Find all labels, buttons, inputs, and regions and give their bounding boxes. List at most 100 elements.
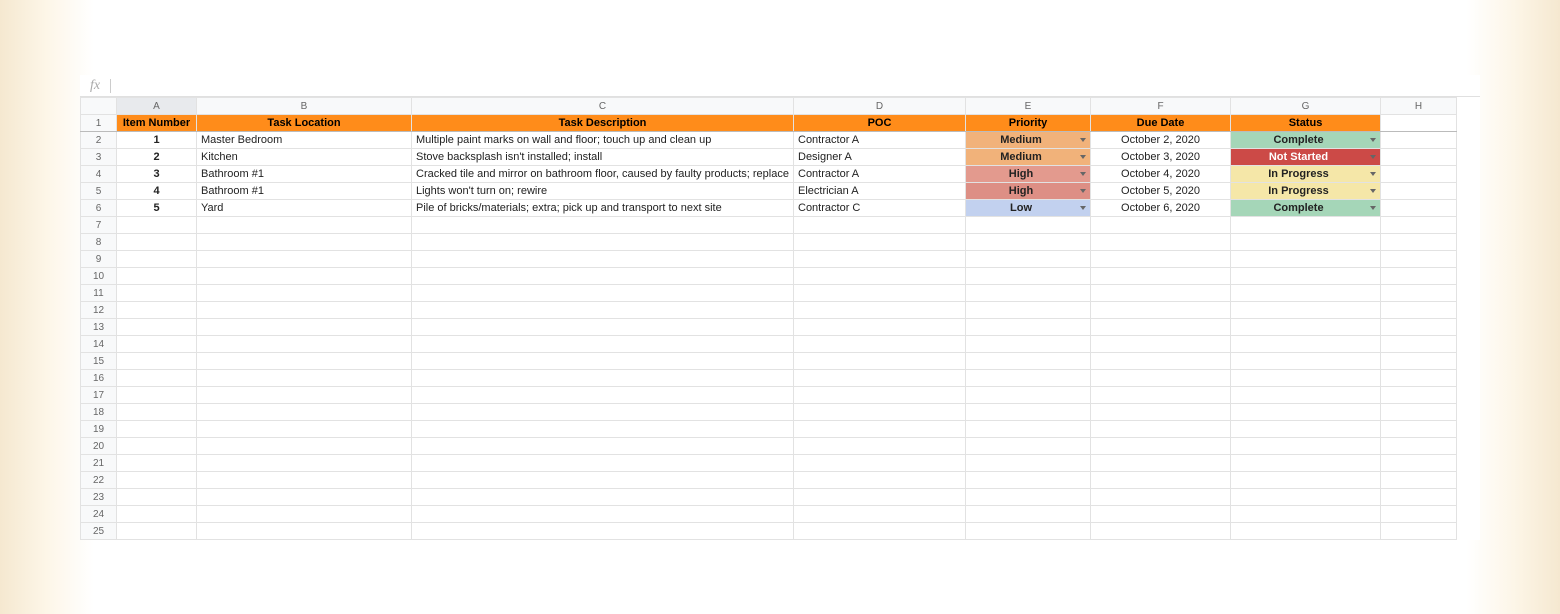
cell[interactable] (1091, 285, 1231, 302)
cell[interactable] (794, 302, 966, 319)
cell[interactable] (1381, 115, 1457, 132)
row-header[interactable]: 4 (81, 166, 117, 183)
cell[interactable] (1091, 523, 1231, 540)
cell[interactable] (117, 234, 197, 251)
col-header-C[interactable]: C (412, 98, 794, 115)
row-header[interactable]: 18 (81, 404, 117, 421)
row-header[interactable]: 25 (81, 523, 117, 540)
cell-task-description[interactable]: Cracked tile and mirror on bathroom floo… (412, 166, 794, 183)
cell[interactable] (117, 489, 197, 506)
cell[interactable] (966, 472, 1091, 489)
row-header[interactable]: 15 (81, 353, 117, 370)
row-header[interactable]: 24 (81, 506, 117, 523)
cell-priority-dropdown[interactable]: High (966, 183, 1091, 200)
cell[interactable] (1091, 234, 1231, 251)
col-header-A[interactable]: A (117, 98, 197, 115)
cell[interactable] (794, 319, 966, 336)
cell[interactable] (794, 472, 966, 489)
cell[interactable] (1231, 387, 1381, 404)
cell-task-location[interactable]: Kitchen (197, 149, 412, 166)
cell[interactable] (794, 234, 966, 251)
cell-task-description[interactable]: Multiple paint marks on wall and floor; … (412, 132, 794, 149)
cell[interactable] (412, 370, 794, 387)
cell[interactable] (412, 438, 794, 455)
row-header[interactable]: 1 (81, 115, 117, 132)
cell[interactable] (412, 268, 794, 285)
cell[interactable] (1381, 472, 1457, 489)
cell[interactable] (197, 387, 412, 404)
cell[interactable] (1381, 489, 1457, 506)
cell[interactable] (1231, 336, 1381, 353)
cell-due-date[interactable]: October 2, 2020 (1091, 132, 1231, 149)
cell[interactable] (117, 251, 197, 268)
cell[interactable] (1381, 438, 1457, 455)
cell[interactable] (117, 370, 197, 387)
cell[interactable] (1381, 523, 1457, 540)
cell[interactable] (412, 302, 794, 319)
cell[interactable] (1381, 200, 1457, 217)
cell[interactable] (197, 438, 412, 455)
cell[interactable] (412, 404, 794, 421)
cell-task-description[interactable]: Lights won't turn on; rewire (412, 183, 794, 200)
cell[interactable] (412, 336, 794, 353)
cell[interactable] (1091, 251, 1231, 268)
cell-task-description[interactable]: Stove backsplash isn't installed; instal… (412, 149, 794, 166)
cell-priority-dropdown[interactable]: Low (966, 200, 1091, 217)
cell[interactable] (1231, 404, 1381, 421)
cell[interactable] (966, 336, 1091, 353)
cell-task-location[interactable]: Yard (197, 200, 412, 217)
cell-item-number[interactable]: 3 (117, 166, 197, 183)
cell[interactable] (1231, 506, 1381, 523)
cell[interactable] (117, 302, 197, 319)
cell[interactable] (412, 217, 794, 234)
row-header[interactable]: 22 (81, 472, 117, 489)
row-header[interactable]: 7 (81, 217, 117, 234)
cell[interactable] (966, 285, 1091, 302)
cell[interactable] (794, 523, 966, 540)
cell[interactable] (794, 353, 966, 370)
cell[interactable] (794, 438, 966, 455)
cell[interactable] (197, 421, 412, 438)
cell[interactable] (1091, 268, 1231, 285)
cell[interactable] (1231, 217, 1381, 234)
cell-priority-dropdown[interactable]: High (966, 166, 1091, 183)
cell[interactable] (1091, 506, 1231, 523)
cell-item-number[interactable]: 2 (117, 149, 197, 166)
cell[interactable] (1381, 183, 1457, 200)
cell[interactable] (117, 404, 197, 421)
cell[interactable] (1231, 234, 1381, 251)
cell[interactable] (1231, 370, 1381, 387)
cell[interactable] (1091, 217, 1231, 234)
cell[interactable] (1231, 319, 1381, 336)
cell[interactable] (197, 285, 412, 302)
cell[interactable] (412, 387, 794, 404)
row-header[interactable]: 20 (81, 438, 117, 455)
cell[interactable] (1231, 438, 1381, 455)
cell-due-date[interactable]: October 5, 2020 (1091, 183, 1231, 200)
header-poc[interactable]: POC (794, 115, 966, 132)
cell[interactable] (1381, 302, 1457, 319)
cell[interactable] (1381, 336, 1457, 353)
cell-status-dropdown[interactable]: In Progress (1231, 183, 1381, 200)
cell[interactable] (1091, 302, 1231, 319)
cell[interactable] (1231, 523, 1381, 540)
cell[interactable] (1381, 387, 1457, 404)
cell-poc[interactable]: Contractor A (794, 132, 966, 149)
header-due-date[interactable]: Due Date (1091, 115, 1231, 132)
cell[interactable] (966, 489, 1091, 506)
col-header-B[interactable]: B (197, 98, 412, 115)
cell-due-date[interactable]: October 4, 2020 (1091, 166, 1231, 183)
col-header-F[interactable]: F (1091, 98, 1231, 115)
row-header[interactable]: 16 (81, 370, 117, 387)
cell-item-number[interactable]: 5 (117, 200, 197, 217)
cell[interactable] (794, 217, 966, 234)
cell[interactable] (794, 455, 966, 472)
cell[interactable] (117, 421, 197, 438)
row-header[interactable]: 17 (81, 387, 117, 404)
cell[interactable] (412, 251, 794, 268)
cell-status-dropdown[interactable]: In Progress (1231, 166, 1381, 183)
cell[interactable] (966, 268, 1091, 285)
cell[interactable] (197, 506, 412, 523)
cell[interactable] (1091, 404, 1231, 421)
cell[interactable] (197, 302, 412, 319)
